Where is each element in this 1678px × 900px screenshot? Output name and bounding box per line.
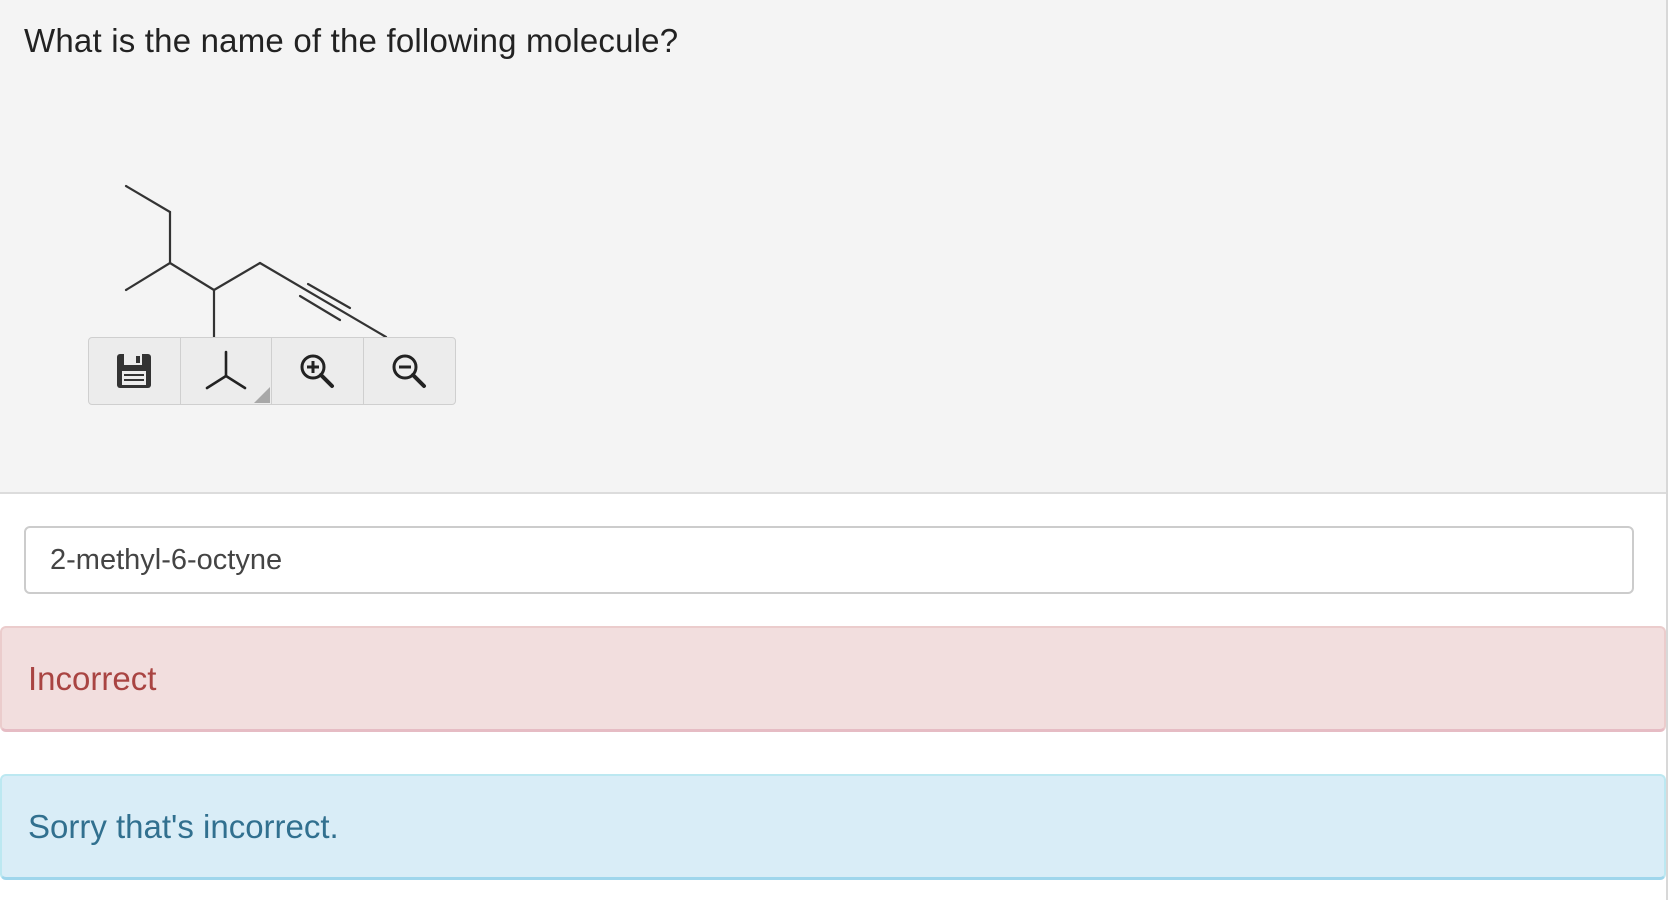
zoom-in-button[interactable] [272,338,364,404]
zoom-in-icon [300,354,335,388]
zoom-out-icon [392,354,427,388]
bond [212,261,262,292]
right-divider [1666,0,1668,900]
dropdown-corner-icon [254,387,270,403]
question-panel: What is the name of the following molecu… [0,0,1666,494]
feedback-message-text: Sorry that's incorrect. [28,807,339,845]
bond [168,261,216,292]
zoom-out-button[interactable] [364,338,456,404]
save-button[interactable] [89,338,181,404]
bond [124,261,172,292]
incorrect-alert: Incorrect [0,626,1666,732]
bond [124,184,172,214]
answer-input[interactable] [24,526,1634,594]
bond [258,261,388,339]
molecule-toolbar [88,337,456,405]
feedback-message-alert: Sorry that's incorrect. [0,774,1666,880]
structure-menu-icon [205,350,247,390]
save-icon [117,354,152,388]
structure-menu-button[interactable] [181,338,272,404]
incorrect-status-text: Incorrect [28,659,157,697]
molecule-structure [124,184,388,339]
page: What is the name of the following molecu… [0,0,1678,900]
